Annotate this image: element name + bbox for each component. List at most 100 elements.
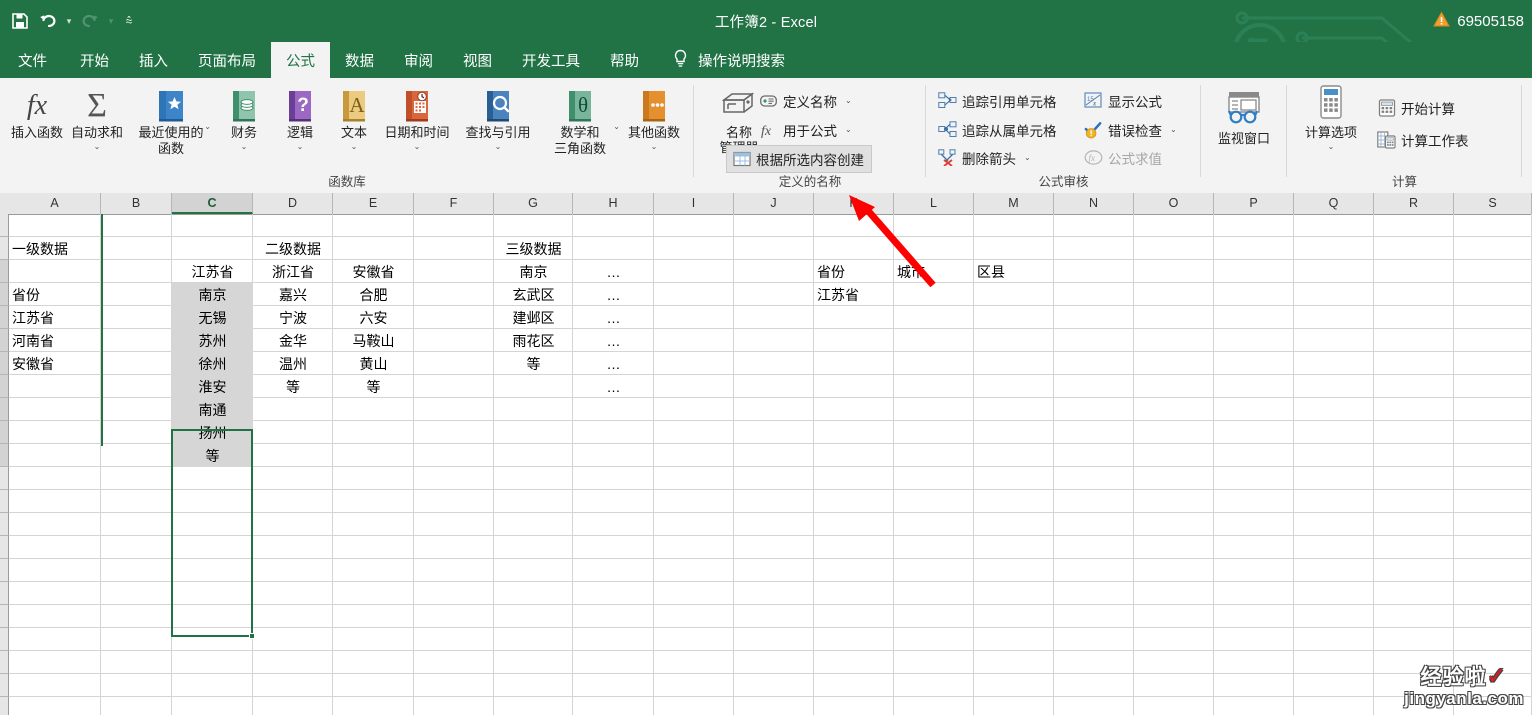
show-formulas-button[interactable]: 15 x 显示公式	[1084, 88, 1162, 113]
grid-cell[interactable]	[101, 697, 172, 715]
chevron-down-icon[interactable]: ⌄	[495, 142, 502, 151]
grid-cell[interactable]	[1294, 214, 1374, 237]
grid-cell[interactable]	[172, 651, 253, 674]
grid-cell[interactable]	[1294, 260, 1374, 283]
grid-cell[interactable]	[734, 375, 814, 398]
grid-cell[interactable]	[414, 329, 494, 352]
grid-cell[interactable]	[814, 237, 894, 260]
grid-cell[interactable]	[1214, 490, 1294, 513]
grid-cell[interactable]	[894, 421, 974, 444]
grid-cell[interactable]	[734, 605, 814, 628]
grid-cell[interactable]	[9, 559, 101, 582]
column-header-e[interactable]: E	[333, 193, 414, 214]
grid-cell[interactable]	[9, 605, 101, 628]
column-header-s[interactable]: S	[1454, 193, 1532, 214]
grid-cell[interactable]	[894, 536, 974, 559]
grid-cell[interactable]	[1214, 582, 1294, 605]
grid-cell[interactable]	[974, 214, 1054, 237]
grid-cell[interactable]	[974, 536, 1054, 559]
logical-button[interactable]: ? 逻辑 ⌄	[271, 84, 329, 151]
grid-cell[interactable]	[1294, 605, 1374, 628]
grid-cell[interactable]	[1054, 375, 1134, 398]
grid-cell[interactable]	[1054, 674, 1134, 697]
create-from-selection-button[interactable]: 根据所选内容创建	[726, 145, 872, 173]
grid-cell[interactable]	[494, 605, 573, 628]
grid-cell[interactable]	[1294, 582, 1374, 605]
grid-cell[interactable]	[9, 467, 101, 490]
grid-cell[interactable]	[333, 398, 414, 421]
grid-cell[interactable]	[9, 536, 101, 559]
grid-cell[interactable]	[1374, 582, 1454, 605]
grid-cell[interactable]	[1134, 352, 1214, 375]
grid-cell[interactable]	[494, 697, 573, 715]
row-header-14[interactable]	[0, 513, 9, 536]
cell-k4[interactable]: 江苏省	[814, 283, 894, 306]
row-header-13[interactable]	[0, 490, 9, 513]
row-header-22[interactable]	[0, 697, 9, 715]
grid-cell[interactable]	[9, 398, 101, 421]
grid-cell[interactable]	[1454, 352, 1532, 375]
column-header-p[interactable]: P	[1214, 193, 1294, 214]
tab-review[interactable]: 审阅	[389, 42, 448, 78]
grid-cell[interactable]	[654, 467, 734, 490]
grid-cell[interactable]	[253, 467, 333, 490]
grid-cell[interactable]	[1454, 651, 1532, 674]
grid-cell[interactable]	[734, 306, 814, 329]
grid-cell[interactable]	[654, 444, 734, 467]
grid-cell[interactable]	[1374, 536, 1454, 559]
lookup-reference-button[interactable]: 查找与引用 ⌄	[460, 84, 536, 151]
grid-cell[interactable]	[494, 214, 573, 237]
cell-g6[interactable]: 雨花区	[494, 329, 573, 352]
grid-cell[interactable]	[1374, 329, 1454, 352]
grid-cell[interactable]	[172, 674, 253, 697]
grid-cell[interactable]	[414, 490, 494, 513]
grid-cell[interactable]	[1454, 237, 1532, 260]
tab-home[interactable]: 开始	[65, 42, 124, 78]
grid-cell[interactable]	[1134, 628, 1214, 651]
grid-cell[interactable]	[414, 237, 494, 260]
grid-cell[interactable]	[1374, 490, 1454, 513]
grid-cell[interactable]	[1294, 674, 1374, 697]
row-header-9[interactable]	[0, 398, 9, 421]
grid-cell[interactable]	[1374, 513, 1454, 536]
grid-cell[interactable]	[333, 490, 414, 513]
grid-cell[interactable]	[9, 651, 101, 674]
grid-cell[interactable]	[1214, 444, 1294, 467]
grid-cell[interactable]	[1294, 628, 1374, 651]
define-name-button[interactable]: 定义名称 ⌄	[759, 88, 852, 113]
tab-file[interactable]: 文件	[0, 42, 65, 78]
grid-cell[interactable]	[1374, 375, 1454, 398]
trace-dependents-button[interactable]: 追踪从属单元格	[938, 117, 1057, 142]
cell-c11[interactable]: 等	[172, 444, 253, 467]
grid-cell[interactable]	[333, 237, 414, 260]
grid-cell[interactable]	[654, 582, 734, 605]
grid-cell[interactable]	[333, 697, 414, 715]
row-header-1[interactable]	[0, 214, 9, 237]
grid-cell[interactable]	[894, 375, 974, 398]
text-button[interactable]: A 文本 ⌄	[325, 84, 383, 151]
grid-cell[interactable]	[1214, 214, 1294, 237]
grid-cell[interactable]	[9, 214, 101, 237]
grid-cell[interactable]	[573, 444, 654, 467]
chevron-down-icon[interactable]: ⌄	[351, 142, 358, 151]
grid-cell[interactable]	[101, 306, 172, 329]
grid-cell[interactable]	[894, 237, 974, 260]
grid-cell[interactable]	[974, 674, 1054, 697]
cell-h7[interactable]: …	[573, 352, 654, 375]
grid-cell[interactable]	[1374, 444, 1454, 467]
grid-cell[interactable]	[9, 444, 101, 467]
cell-h3[interactable]: …	[573, 260, 654, 283]
grid-cell[interactable]	[654, 490, 734, 513]
row-header-20[interactable]	[0, 651, 9, 674]
grid-cell[interactable]	[101, 260, 172, 283]
cell-e4[interactable]: 合肥	[333, 283, 414, 306]
financial-button[interactable]: 财务 ⌄	[215, 84, 273, 151]
row-header-18[interactable]	[0, 605, 9, 628]
grid-cell[interactable]	[253, 697, 333, 715]
grid-cell[interactable]	[1214, 605, 1294, 628]
grid-cell[interactable]	[414, 375, 494, 398]
grid-cell[interactable]	[253, 398, 333, 421]
grid-cell[interactable]	[734, 651, 814, 674]
grid-cell[interactable]	[253, 536, 333, 559]
grid-cell[interactable]	[894, 444, 974, 467]
